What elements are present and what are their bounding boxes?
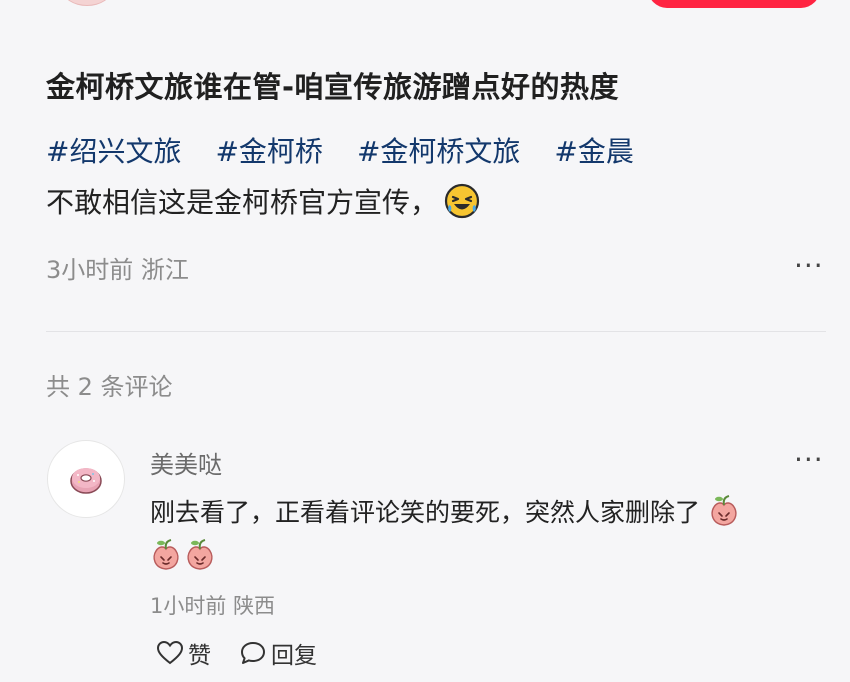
tag-link[interactable]: #金柯桥文旅: [357, 130, 520, 170]
tag-link[interactable]: #金柯桥: [215, 130, 322, 170]
like-button[interactable]: 赞: [156, 636, 211, 670]
post-location: 浙江: [140, 256, 189, 284]
tag-link[interactable]: #绍兴文旅: [46, 130, 181, 170]
speech-bubble-icon: [241, 642, 265, 664]
heart-outline-icon: [156, 640, 184, 665]
reply-label: 回复: [271, 643, 317, 669]
post-body: 不敢相信这是金柯桥官方宣传，: [46, 181, 480, 221]
comment-location: 陕西: [233, 594, 276, 618]
divider: [46, 331, 826, 332]
follow-button-cropped[interactable]: [648, 0, 820, 8]
peach-emoji-icon: [150, 537, 182, 571]
author-avatar-cropped[interactable]: [62, 0, 112, 6]
post-time: 3小时前: [46, 256, 134, 284]
comment-text: 刚去看了，正看着评论笑的要死，突然人家删除了: [150, 491, 810, 579]
laughing-crying-emoji-icon: [444, 183, 480, 219]
reply-button[interactable]: 回复: [239, 636, 317, 670]
note-detail-page: 金柯桥文旅谁在管-咱宣传旅游蹭点好的热度 #绍兴文旅 #金柯桥 #金柯桥文旅 #…: [0, 0, 850, 682]
commenter-username[interactable]: 美美哒: [150, 445, 222, 480]
comment-more-icon[interactable]: ···: [794, 446, 824, 474]
comment-actions: 赞 回复: [156, 636, 345, 670]
commenter-avatar[interactable]: [47, 440, 125, 518]
post-more-icon[interactable]: ···: [794, 252, 824, 280]
donut-avatar-icon: [70, 468, 102, 494]
comment-count: 共 2 条评论: [46, 373, 173, 401]
post-meta: 3小时前 浙江: [46, 250, 189, 285]
peach-emoji-icon: [184, 537, 216, 571]
like-label: 赞: [188, 643, 211, 669]
post-title: 金柯桥文旅谁在管-咱宣传旅游蹭点好的热度: [46, 70, 620, 104]
comment-text-content: 刚去看了，正看着评论笑的要死，突然人家删除了: [150, 498, 701, 527]
peach-emoji-icon: [708, 493, 740, 527]
post-body-text: 不敢相信这是金柯桥官方宣传，: [46, 186, 439, 219]
post-tags: #绍兴文旅 #金柯桥 #金柯桥文旅 #金晨: [46, 130, 668, 170]
tag-link[interactable]: #金晨: [554, 130, 633, 170]
comment-time: 1小时前: [150, 594, 227, 618]
comment-meta: 1小时前 陕西: [150, 590, 275, 620]
